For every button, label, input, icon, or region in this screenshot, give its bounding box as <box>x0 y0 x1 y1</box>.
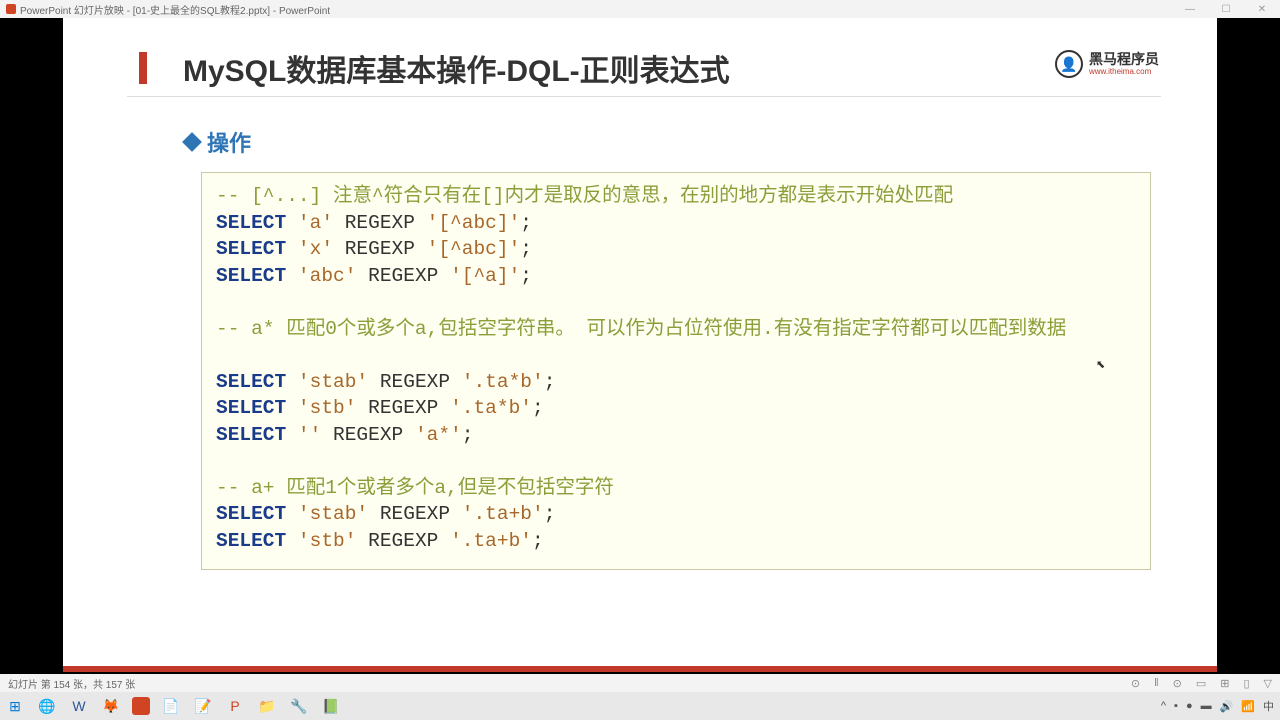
slide-show-area[interactable]: MySQL数据库基本操作-DQL-正则表达式 👤 黑马程序员 www.ithei… <box>0 18 1280 674</box>
logo-icon: 👤 <box>1055 50 1083 78</box>
code-comment: -- [^...] 注意^符合只有在[]内才是取反的意思，在别的地方都是表示开始… <box>216 185 953 207</box>
volume-icon[interactable]: 🔊 <box>1220 700 1234 713</box>
pause-button[interactable]: ‖ <box>1154 677 1159 689</box>
windows-taskbar: ⊞ 🌐 W 🦊 📄 📝 P 📁 🔧 📗 ^ ▪ ● ▬ 🔊 📶 中 <box>0 692 1280 720</box>
sql-string: '.ta*b' <box>450 397 532 419</box>
chrome-icon[interactable]: 🌐 <box>36 695 58 717</box>
system-tray: ^ ▪ ● ▬ 🔊 📶 中 <box>1161 698 1274 714</box>
sql-string: '.ta*b' <box>462 371 544 393</box>
sql-keyword: SELECT <box>216 424 286 446</box>
ime-icon[interactable]: 中 <box>1263 698 1274 714</box>
maximize-button[interactable]: ☐ <box>1208 0 1244 18</box>
tool-icon[interactable]: 🔧 <box>288 695 310 717</box>
sql-string: 'stab' <box>298 503 368 525</box>
brand-logo: 👤 黑马程序员 www.itheima.com <box>1055 50 1159 78</box>
code-comment: -- a* 匹配0个或多个a,包括空字符串。 可以作为占位符使用.有没有指定字符… <box>216 318 1066 340</box>
network-icon[interactable]: 📶 <box>1241 700 1255 713</box>
sql-string: 'stab' <box>298 371 368 393</box>
slide-counter: 幻灯片 第 154 张，共 157 张 <box>8 676 135 691</box>
sql-end: ; <box>532 530 544 552</box>
slide-title-row: MySQL数据库基本操作-DQL-正则表达式 <box>139 46 730 90</box>
normal-view-button[interactable]: ▭ <box>1196 677 1206 690</box>
sql-op: REGEXP <box>356 265 450 287</box>
sql-keyword: SELECT <box>216 503 286 525</box>
sql-end: ; <box>520 265 532 287</box>
diamond-bullet-icon <box>182 132 202 152</box>
editor-icon[interactable]: 📝 <box>192 695 214 717</box>
slide-title: MySQL数据库基本操作-DQL-正则表达式 <box>183 46 730 90</box>
powerpoint-icon <box>6 4 16 14</box>
sql-string: '' <box>298 424 321 446</box>
sql-end: ; <box>544 371 556 393</box>
sql-end: ; <box>462 424 474 446</box>
sql-end: ; <box>520 238 532 260</box>
app-icon[interactable] <box>132 697 150 715</box>
status-right-controls: ⊙ ‖ ⊙ ▭ ⊞ ▯ ▽ <box>1131 677 1272 690</box>
close-button[interactable]: ✕ <box>1244 0 1280 18</box>
sql-end: ; <box>520 212 532 234</box>
sql-op: REGEXP <box>368 503 462 525</box>
sql-end: ; <box>532 397 544 419</box>
logo-text: 黑马程序员 <box>1089 52 1159 67</box>
prev-slide-button[interactable]: ⊙ <box>1131 677 1140 690</box>
tray-up-icon[interactable]: ^ <box>1161 700 1166 712</box>
sql-keyword: SELECT <box>216 397 286 419</box>
sql-string: '[^a]' <box>450 265 520 287</box>
mouse-cursor-icon: ⬉ <box>1096 358 1105 371</box>
slide-content: MySQL数据库基本操作-DQL-正则表达式 👤 黑马程序员 www.ithei… <box>63 18 1217 672</box>
sql-string: 'a' <box>286 212 333 234</box>
sql-string: 'x' <box>286 238 333 260</box>
start-button[interactable]: ⊞ <box>4 695 26 717</box>
battery-icon[interactable]: ▬ <box>1201 700 1212 712</box>
powerpoint-taskbar-icon[interactable]: P <box>224 695 246 717</box>
sql-op: REGEXP <box>333 212 427 234</box>
window-title: PowerPoint 幻灯片放映 - [01-史上最全的SQL教程2.pptx]… <box>20 2 330 17</box>
code-comment: -- a+ 匹配1个或者多个a,但是不包括空字符 <box>216 477 614 499</box>
title-divider <box>127 96 1161 97</box>
section-header: 操作 <box>185 126 251 158</box>
section-label: 操作 <box>207 126 251 158</box>
minimize-button[interactable]: — <box>1172 0 1208 18</box>
sql-op: REGEXP <box>333 238 427 260</box>
explorer-icon[interactable]: 📁 <box>256 695 278 717</box>
notepad-icon[interactable]: 📄 <box>160 695 182 717</box>
sql-keyword: SELECT <box>216 371 286 393</box>
sql-op: REGEXP <box>356 530 450 552</box>
sql-op: REGEXP <box>368 371 462 393</box>
sql-keyword: SELECT <box>216 238 286 260</box>
logo-url: www.itheima.com <box>1089 67 1159 76</box>
sql-string: 'stb' <box>298 397 357 419</box>
sql-string: 'stb' <box>298 530 357 552</box>
reading-view-button[interactable]: ▯ <box>1243 677 1249 690</box>
next-slide-button[interactable]: ⊙ <box>1173 677 1182 690</box>
code-block: -- [^...] 注意^符合只有在[]内才是取反的意思，在别的地方都是表示开始… <box>201 172 1151 570</box>
sql-string: '[^abc]' <box>427 212 521 234</box>
browser-icon[interactable]: 🦊 <box>100 695 122 717</box>
window-controls: — ☐ ✕ <box>1172 0 1280 18</box>
sql-end: ; <box>544 503 556 525</box>
sql-string: '.ta+b' <box>462 503 544 525</box>
app2-icon[interactable]: 📗 <box>320 695 342 717</box>
sql-string: 'a*' <box>415 424 462 446</box>
sql-op: REGEXP <box>356 397 450 419</box>
sql-keyword: SELECT <box>216 212 286 234</box>
window-titlebar: PowerPoint 幻灯片放映 - [01-史上最全的SQL教程2.pptx]… <box>0 0 1280 18</box>
sql-keyword: SELECT <box>216 530 286 552</box>
tray-app-icon[interactable]: ▪ <box>1174 700 1178 712</box>
sql-string: '.ta+b' <box>450 530 532 552</box>
sql-string: '[^abc]' <box>427 238 521 260</box>
sql-op: REGEXP <box>321 424 415 446</box>
slide-footer-bar <box>63 666 1217 672</box>
word-icon[interactable]: W <box>68 695 90 717</box>
sql-keyword: SELECT <box>216 265 286 287</box>
title-accent-bar <box>139 52 147 84</box>
tray-status-icon[interactable]: ● <box>1186 700 1193 712</box>
sql-string: 'abc' <box>286 265 356 287</box>
status-bar: 幻灯片 第 154 张，共 157 张 ⊙ ‖ ⊙ ▭ ⊞ ▯ ▽ <box>0 674 1280 692</box>
slideshow-view-button[interactable]: ▽ <box>1264 677 1272 690</box>
sorter-view-button[interactable]: ⊞ <box>1220 677 1229 690</box>
